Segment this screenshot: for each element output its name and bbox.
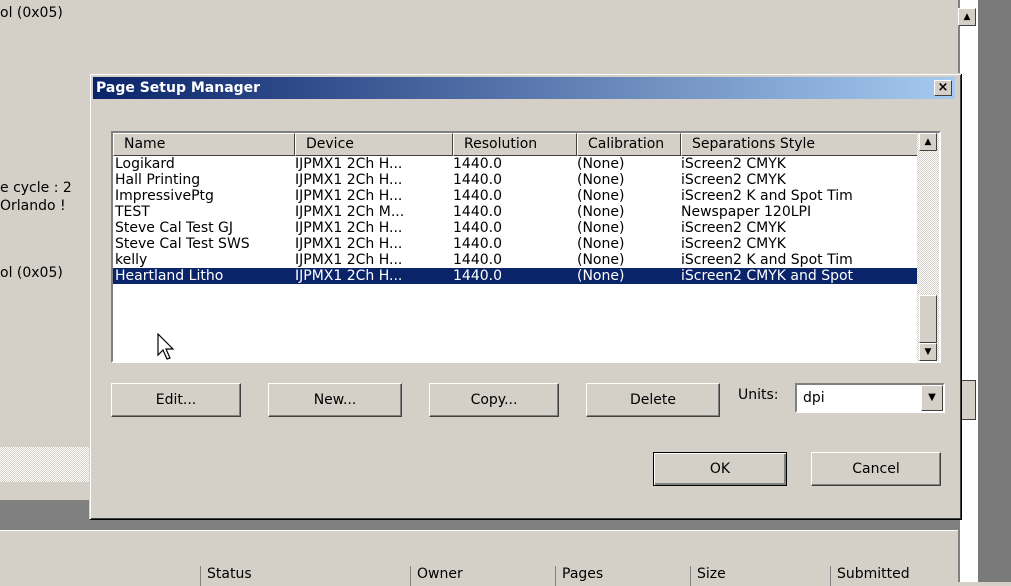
copy-button[interactable]: Copy...	[429, 383, 559, 417]
cell-resolution: 1440.0	[453, 156, 502, 172]
cell-name: Heartland Litho	[115, 268, 224, 284]
cell-device: IJPMX1 2Ch H...	[295, 252, 403, 268]
cell-calibration: (None)	[577, 204, 625, 220]
table-row[interactable]: Steve Cal Test GJ IJPMX1 2Ch H... 1440.0 (N…	[113, 220, 919, 236]
units-dropdown[interactable]: dpi ▼	[795, 383, 945, 413]
cell-style: iScreen2 K and Spot Tim	[681, 188, 853, 204]
column-header-submitted[interactable]: Submitted	[830, 566, 958, 586]
cell-resolution: 1440.0	[453, 172, 502, 188]
scroll-up-icon[interactable]: ▲	[919, 133, 937, 151]
cell-device: IJPMX1 2Ch H...	[295, 236, 403, 252]
new-button[interactable]: New...	[268, 383, 402, 417]
ok-button[interactable]: OK	[653, 452, 787, 486]
units-value: dpi	[803, 390, 825, 406]
cell-name: kelly	[115, 252, 148, 268]
cell-calibration: (None)	[577, 252, 625, 268]
cell-resolution: 1440.0	[453, 204, 502, 220]
mouse-pointer-icon	[157, 333, 175, 360]
cell-calibration: (None)	[577, 172, 625, 188]
background-text: ol (0x05)	[0, 5, 63, 21]
cell-device: IJPMX1 2Ch H...	[295, 172, 403, 188]
cell-name: ImpressivePtg	[115, 188, 214, 204]
column-header-pages[interactable]: Pages	[555, 566, 690, 586]
cell-name: Steve Cal Test GJ	[115, 220, 234, 236]
delete-button[interactable]: Delete	[586, 383, 720, 417]
table-row[interactable]: kelly IJPMX1 2Ch H... 1440.0 (None) iScreen2…	[113, 252, 919, 268]
cell-style: Newspaper 120LPI	[681, 204, 812, 220]
column-header-resolution[interactable]: Resolution	[453, 133, 577, 156]
background-scrollbar[interactable]: ▲	[958, 0, 978, 582]
cell-resolution: 1440.0	[453, 236, 502, 252]
scroll-thumb[interactable]	[919, 295, 937, 343]
cell-resolution: 1440.0	[453, 268, 502, 284]
table-row[interactable]: TEST IJPMX1 2Ch M... 1440.0 (None) Newspaper…	[113, 204, 919, 220]
column-header-separations-style[interactable]: Separations Style	[681, 133, 919, 156]
cell-name: Logikard	[115, 156, 175, 172]
cell-resolution: 1440.0	[453, 188, 502, 204]
cell-device: IJPMX1 2Ch M...	[295, 204, 405, 220]
scroll-up-icon[interactable]: ▲	[958, 8, 976, 26]
cell-style: iScreen2 CMYK	[681, 220, 786, 236]
column-header-name[interactable]: Name	[113, 133, 295, 156]
cell-calibration: (None)	[577, 220, 625, 236]
cell-calibration: (None)	[577, 236, 625, 252]
cell-style: iScreen2 K and Spot Tim	[681, 252, 853, 268]
cell-device: IJPMX1 2Ch H...	[295, 156, 403, 172]
table-row[interactable]: Logikard IJPMX1 2Ch H... 1440.0 (None) iScre…	[113, 156, 919, 172]
cell-style: iScreen2 CMYK	[681, 156, 786, 172]
edit-button[interactable]: Edit...	[111, 383, 241, 417]
cell-style: iScreen2 CMYK	[681, 172, 786, 188]
cell-resolution: 1440.0	[453, 252, 502, 268]
cell-device: IJPMX1 2Ch H...	[295, 268, 403, 284]
cell-calibration: (None)	[577, 268, 625, 284]
close-icon[interactable]: ×	[934, 80, 952, 96]
background-text: e cycle : 2	[0, 180, 72, 196]
page-setup-manager-dialog: Page Setup Manager × Name Device Resolut…	[89, 73, 961, 519]
column-header-status[interactable]: Status	[200, 566, 410, 586]
dialog-titlebar[interactable]: Page Setup Manager ×	[93, 77, 955, 99]
column-header-device[interactable]: Device	[295, 133, 453, 156]
background-scroll-track	[0, 447, 90, 482]
column-header-calibration[interactable]: Calibration	[577, 133, 681, 156]
cell-style: iScreen2 CMYK	[681, 236, 786, 252]
cell-device: IJPMX1 2Ch H...	[295, 188, 403, 204]
table-row[interactable]: Steve Cal Test SWS IJPMX1 2Ch H... 1440.0 (…	[113, 236, 919, 252]
cell-calibration: (None)	[577, 188, 625, 204]
column-header-size[interactable]: Size	[690, 566, 830, 586]
dialog-title: Page Setup Manager	[96, 80, 261, 96]
cell-resolution: 1440.0	[453, 220, 502, 236]
table-row[interactable]: ImpressivePtg IJPMX1 2Ch H... 1440.0 (None)…	[113, 188, 919, 204]
column-header-owner[interactable]: Owner	[410, 566, 555, 586]
cancel-button[interactable]: Cancel	[811, 452, 941, 486]
chevron-down-icon[interactable]: ▼	[921, 385, 943, 411]
cell-name: TEST	[115, 204, 150, 220]
background-text: ol (0x05)	[0, 265, 63, 281]
cell-style: iScreen2 CMYK and Spot	[681, 268, 854, 284]
page-setup-list[interactable]: Name Device Resolution Calibration Separ…	[111, 131, 941, 363]
cell-name: Hall Printing	[115, 172, 201, 188]
list-header: Name Device Resolution Calibration Separ…	[113, 133, 919, 156]
list-scrollbar[interactable]: ▲ ▼	[917, 133, 939, 361]
cell-name: Steve Cal Test SWS	[115, 236, 250, 252]
cell-device: IJPMX1 2Ch H...	[295, 220, 403, 236]
table-row[interactable]: Hall Printing IJPMX1 2Ch H... 1440.0 (None)…	[113, 172, 919, 188]
cell-calibration: (None)	[577, 156, 625, 172]
units-label: Units:	[738, 387, 779, 403]
table-row[interactable]: Heartland Litho IJPMX1 2Ch H... 1440.0 (Non…	[113, 268, 919, 284]
background-text: Orlando !	[0, 198, 66, 214]
scroll-down-icon[interactable]: ▼	[919, 343, 937, 361]
